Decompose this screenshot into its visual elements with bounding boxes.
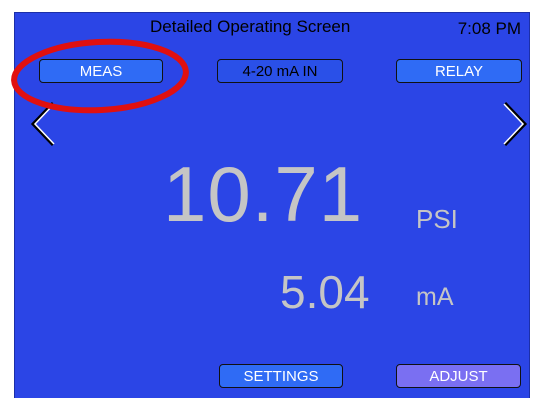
- settings-button[interactable]: SETTINGS: [219, 364, 343, 388]
- current-unit: mA: [416, 283, 454, 311]
- pressure-reading: 10.71: [163, 150, 364, 238]
- clock: 7:08 PM: [457, 19, 521, 38]
- tab-meas[interactable]: MEAS: [39, 59, 163, 83]
- screen-title: Detailed Operating Screen: [150, 17, 351, 36]
- tab-4-20-ma-in[interactable]: 4-20 mA IN: [217, 59, 343, 83]
- current-reading: 5.04: [280, 266, 370, 318]
- chevron-left-icon[interactable]: [29, 99, 59, 149]
- adjust-button[interactable]: ADJUST: [396, 364, 521, 388]
- operating-screen: Detailed Operating Screen 7:08 PM MEAS 4…: [14, 12, 530, 398]
- pressure-unit: PSI: [416, 204, 458, 234]
- chevron-right-icon[interactable]: [499, 99, 529, 149]
- tab-relay[interactable]: RELAY: [396, 59, 522, 83]
